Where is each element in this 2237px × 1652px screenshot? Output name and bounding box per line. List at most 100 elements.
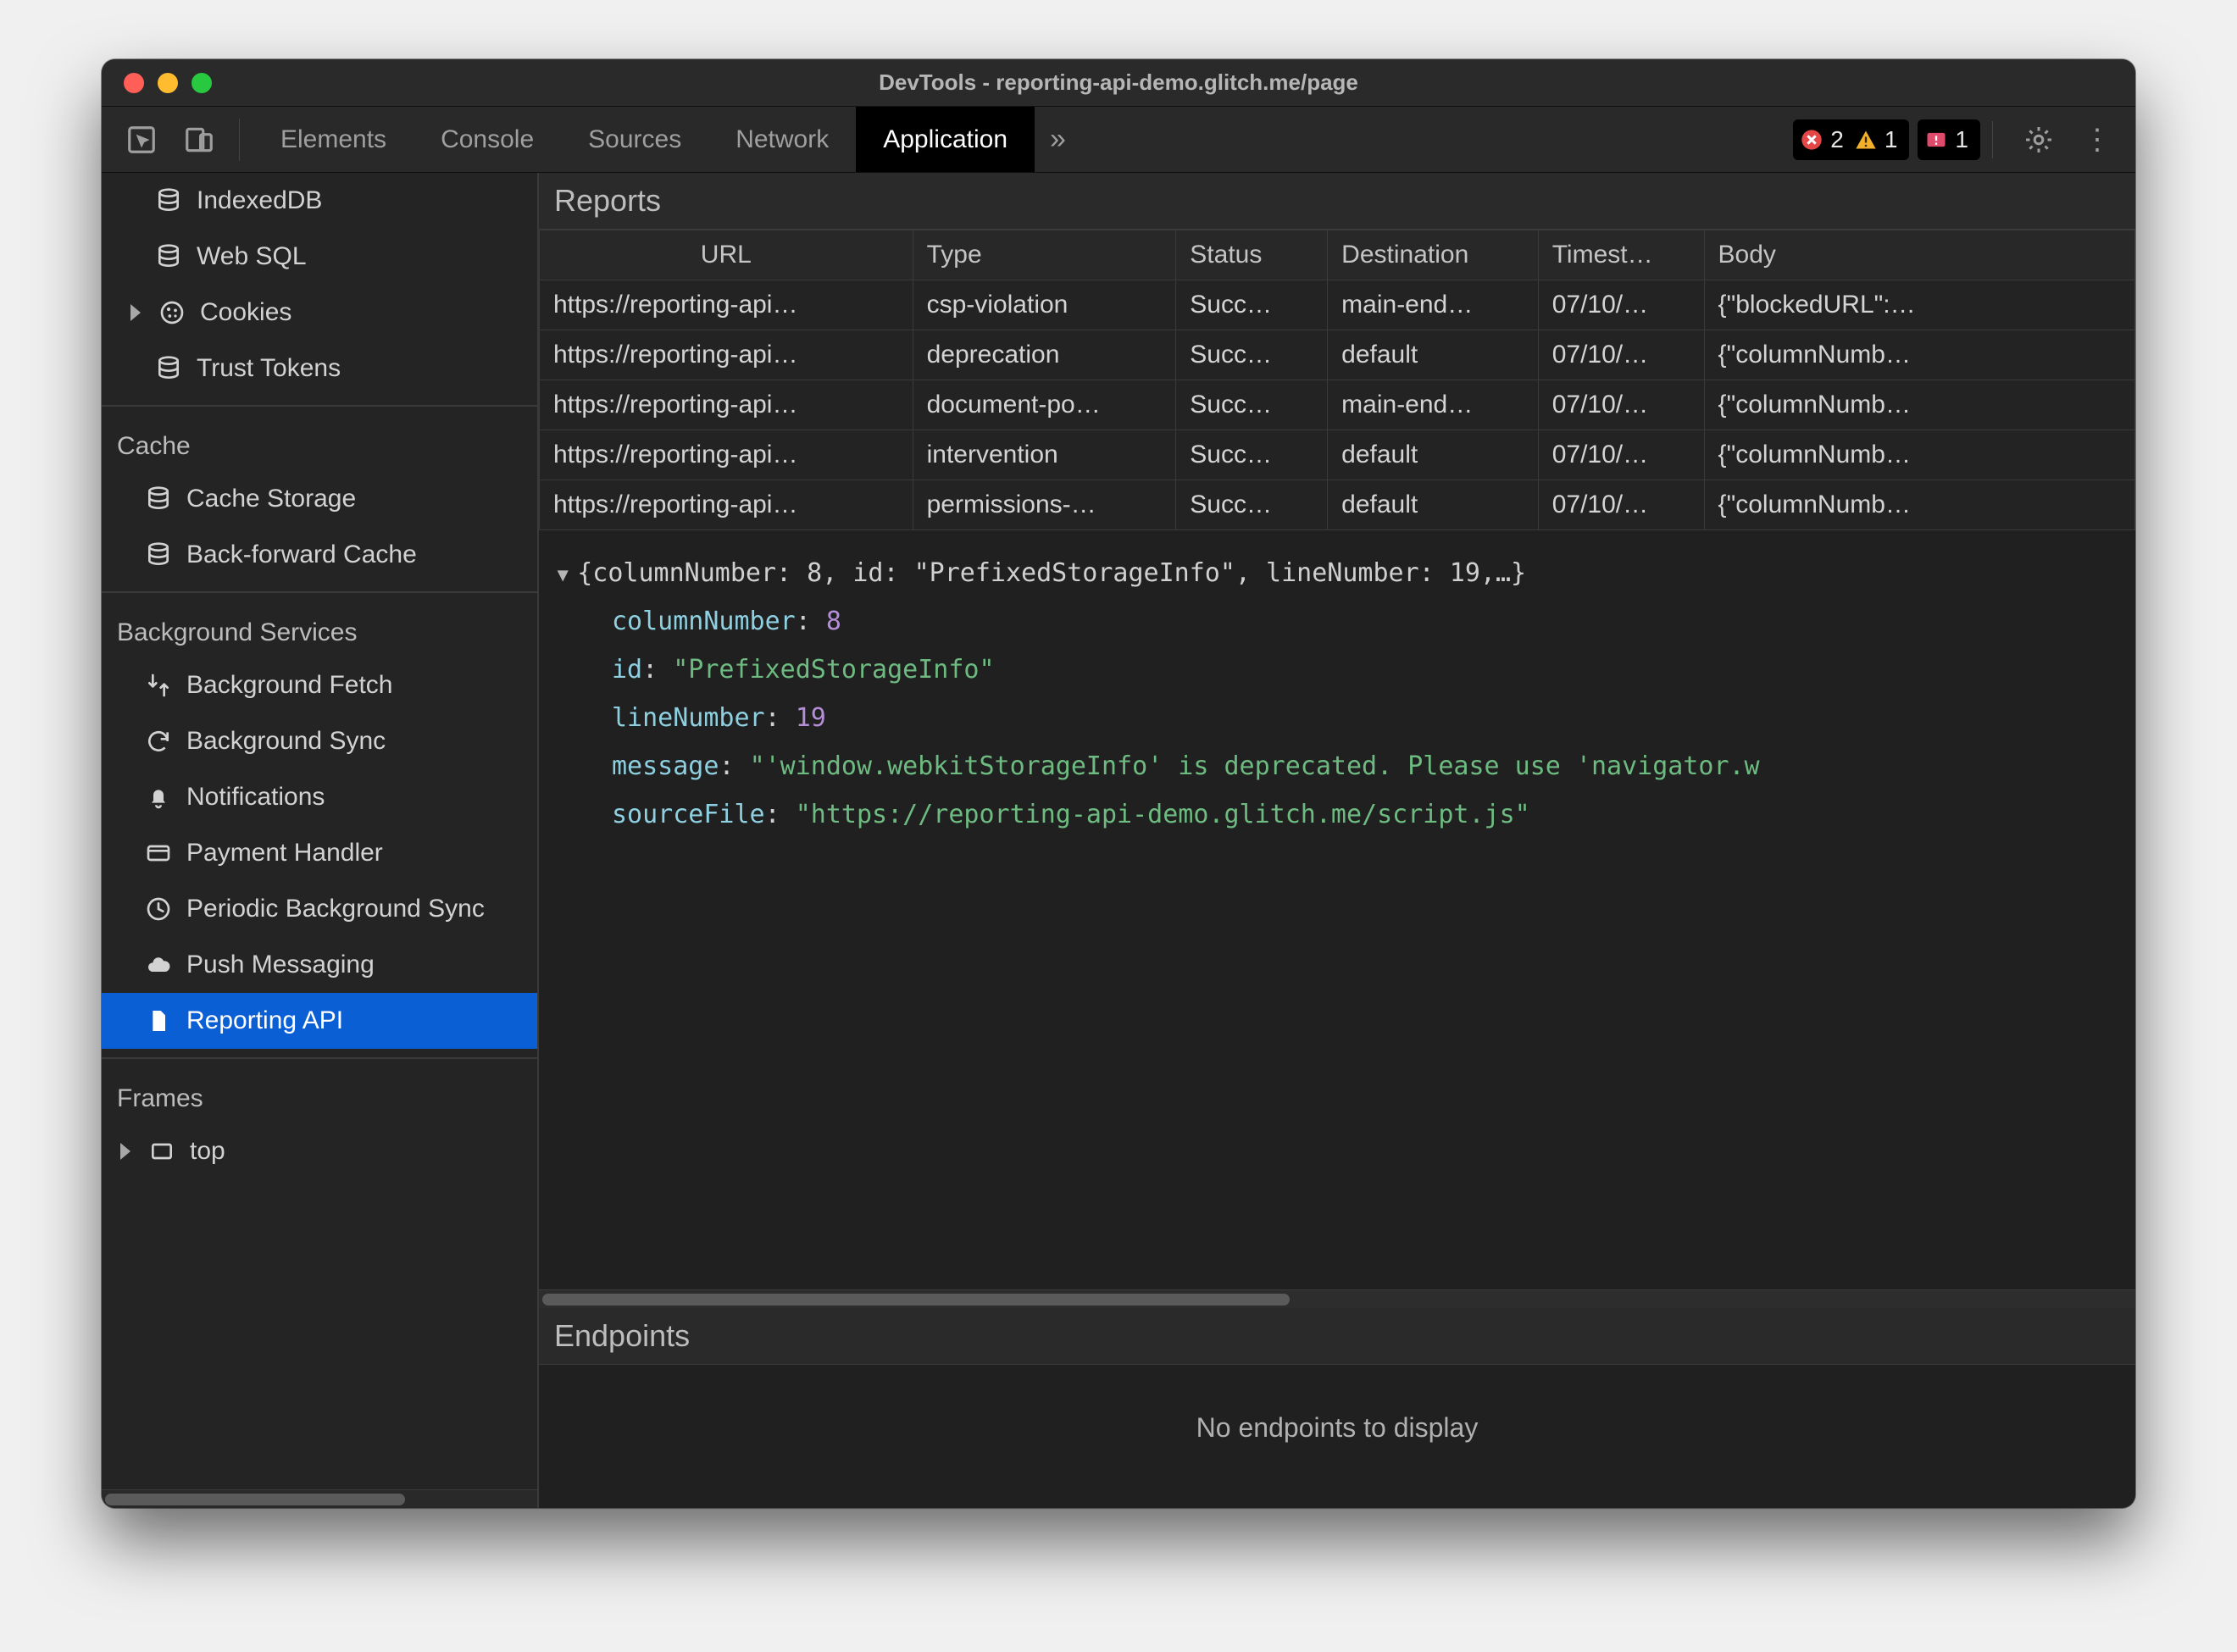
sidebar-item-label: Background Sync <box>186 727 386 756</box>
sidebar-item-label: Periodic Background Sync <box>186 895 485 923</box>
reports-column-header[interactable]: Type <box>913 230 1176 280</box>
reports-column-header[interactable]: Timest… <box>1538 230 1704 280</box>
close-window-button[interactable] <box>124 73 144 93</box>
issues-badge[interactable]: 1 <box>1918 119 1980 160</box>
cell-body: {"blockedURL":… <box>1704 280 2134 330</box>
endpoints-empty-message: No endpoints to display <box>539 1365 2135 1508</box>
application-sidebar[interactable]: IndexedDBWeb SQL Cookies Trust Tokens Cach… <box>102 173 539 1508</box>
report-body-detail[interactable]: ▶{columnNumber: 8, id: "PrefixedStorageI… <box>539 530 2135 1289</box>
object-property-row[interactable]: columnNumber: 8 <box>558 597 2117 646</box>
cell-timestamp: 07/10/… <box>1538 430 1704 480</box>
sidebar-item-push-messaging[interactable]: Push Messaging <box>102 937 537 993</box>
sidebar-item-label: Cookies <box>200 298 291 327</box>
expand-caret-icon <box>120 1143 130 1160</box>
sidebar-item-label: Back-forward Cache <box>186 541 417 569</box>
table-row[interactable]: https://reporting-api…permissions-…Succ…… <box>540 480 2135 530</box>
cell-destination: main-end… <box>1328 280 1539 330</box>
minimize-window-button[interactable] <box>158 73 178 93</box>
property-value: "'window.webkitStorageInfo' is deprecate… <box>750 751 1760 781</box>
table-row[interactable]: https://reporting-api…interventionSucc…d… <box>540 430 2135 480</box>
console-status-badge[interactable]: 2 1 <box>1793 119 1909 160</box>
sidebar-horizontal-scrollbar[interactable] <box>102 1489 537 1508</box>
cell-timestamp: 07/10/… <box>1538 280 1704 330</box>
cell-status: Succ… <box>1176 380 1328 430</box>
sidebar-item-back-forward-cache[interactable]: Back-forward Cache <box>102 527 537 583</box>
property-value: "PrefixedStorageInfo" <box>673 655 994 685</box>
database-icon <box>154 354 183 383</box>
sidebar-item-periodic-background-sync[interactable]: Periodic Background Sync <box>102 881 537 937</box>
window-controls <box>102 73 212 93</box>
sidebar-item-cookies[interactable]: Cookies <box>102 285 537 341</box>
devtools-window: DevTools - reporting-api-demo.glitch.me/… <box>102 59 2135 1508</box>
table-row[interactable]: https://reporting-api…deprecationSucc…de… <box>540 330 2135 380</box>
object-property-row[interactable]: sourceFile: "https://reporting-api-demo.… <box>558 790 2117 839</box>
reports-column-header[interactable]: URL <box>540 230 913 280</box>
sidebar-item-label: Cache Storage <box>186 485 356 513</box>
sidebar-item-indexeddb[interactable]: IndexedDB <box>102 173 537 229</box>
property-key: id <box>612 655 642 685</box>
cell-destination: default <box>1328 430 1539 480</box>
sidebar-group-title: Cache <box>102 407 537 471</box>
cell-timestamp: 07/10/… <box>1538 480 1704 530</box>
sidebar-item-background-sync[interactable]: Background Sync <box>102 713 537 769</box>
cloud-icon <box>144 951 173 979</box>
cell-type: deprecation <box>913 330 1176 380</box>
clock-icon <box>144 895 173 923</box>
cell-type: csp-violation <box>913 280 1176 330</box>
reports-column-header[interactable]: Status <box>1176 230 1328 280</box>
sidebar-item-payment-handler[interactable]: Payment Handler <box>102 825 537 881</box>
cell-destination: default <box>1328 480 1539 530</box>
reports-column-header[interactable]: Destination <box>1328 230 1539 280</box>
inspect-element-icon[interactable] <box>120 119 163 161</box>
sidebar-item-notifications[interactable]: Notifications <box>102 769 537 825</box>
sidebar-item-reporting-api[interactable]: Reporting API <box>102 993 537 1049</box>
sidebar-item-label: top <box>190 1137 225 1166</box>
cell-status: Succ… <box>1176 430 1328 480</box>
table-row[interactable]: https://reporting-api…csp-violationSucc…… <box>540 280 2135 330</box>
panel-tab-network[interactable]: Network <box>708 107 856 172</box>
cell-status: Succ… <box>1176 330 1328 380</box>
sync-icon <box>144 727 173 756</box>
cell-type: permissions-… <box>913 480 1176 530</box>
cell-body: {"columnNumb… <box>1704 380 2134 430</box>
sidebar-item-top[interactable]: top <box>102 1123 537 1179</box>
object-summary: {columnNumber: 8, id: "PrefixedStorageIn… <box>577 558 1526 588</box>
sidebar-item-cache-storage[interactable]: Cache Storage <box>102 471 537 527</box>
fullscreen-window-button[interactable] <box>192 73 212 93</box>
window-titlebar: DevTools - reporting-api-demo.glitch.me/… <box>102 59 2135 107</box>
cell-url: https://reporting-api… <box>540 380 913 430</box>
property-key: sourceFile <box>612 800 765 829</box>
detail-horizontal-scrollbar[interactable] <box>539 1289 2135 1308</box>
endpoints-section-title: Endpoints <box>539 1308 2135 1365</box>
kebab-menu-icon[interactable]: ⋮ <box>2076 118 2120 162</box>
cell-url: https://reporting-api… <box>540 330 913 380</box>
database-icon <box>154 242 183 271</box>
object-property-row[interactable]: id: "PrefixedStorageInfo" <box>558 646 2117 694</box>
toolbar-separator <box>239 119 240 161</box>
sidebar-item-background-fetch[interactable]: Background Fetch <box>102 657 537 713</box>
toolbar-separator <box>1992 121 1993 158</box>
reports-column-header[interactable]: Body <box>1704 230 2134 280</box>
issues-count: 1 <box>1955 126 1968 153</box>
sidebar-item-label: Notifications <box>186 783 325 812</box>
table-row[interactable]: https://reporting-api…document-po…Succ…m… <box>540 380 2135 430</box>
panel-tab-application[interactable]: Application <box>856 107 1035 172</box>
sidebar-item-web-sql[interactable]: Web SQL <box>102 229 537 285</box>
more-panels-icon[interactable]: » <box>1035 123 1081 156</box>
panel-tab-sources[interactable]: Sources <box>561 107 708 172</box>
object-property-row[interactable]: message: "'window.webkitStorageInfo' is … <box>558 742 2117 790</box>
disclosure-triangle-icon[interactable]: ▶ <box>546 570 581 581</box>
bell-icon <box>144 783 173 812</box>
cell-body: {"columnNumb… <box>1704 330 2134 380</box>
sidebar-item-trust-tokens[interactable]: Trust Tokens <box>102 341 537 396</box>
settings-icon[interactable] <box>2017 118 2061 162</box>
device-toolbar-icon[interactable] <box>178 119 220 161</box>
panel-tab-elements[interactable]: Elements <box>253 107 414 172</box>
object-property-row[interactable]: lineNumber: 19 <box>558 694 2117 742</box>
sidebar-item-label: Push Messaging <box>186 951 375 979</box>
panel-tab-console[interactable]: Console <box>414 107 561 172</box>
sidebar-group-title: Background Services <box>102 593 537 657</box>
cell-url: https://reporting-api… <box>540 280 913 330</box>
cell-timestamp: 07/10/… <box>1538 330 1704 380</box>
sidebar-item-label: Background Fetch <box>186 671 392 700</box>
